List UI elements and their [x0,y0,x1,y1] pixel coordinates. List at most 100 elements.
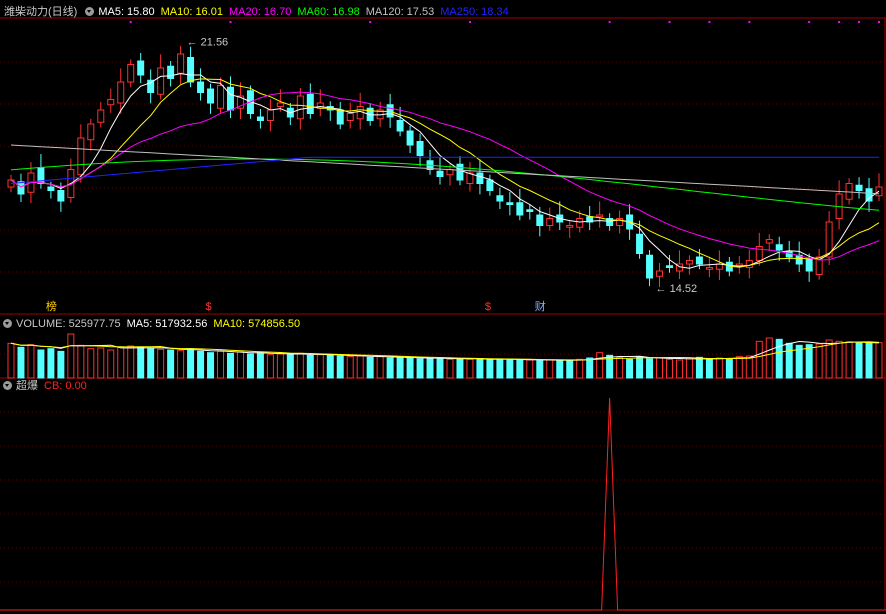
volume-bar [466,358,474,379]
volume-bar [296,352,304,379]
candle-body [57,190,65,202]
high-price-label: ← 21.56 [187,36,229,48]
volume-bar [805,344,813,379]
candle-body [306,93,314,114]
signal-dot [878,21,881,23]
volume-bar [306,354,314,379]
candle-body [516,202,524,216]
candle-body [117,81,125,104]
volume-bar [236,351,244,379]
volume-bar [636,356,644,379]
stock-chart[interactable]: ← 21.56 ← 14.52 榜 $ $ 财 [0,0,886,614]
signal-dot [708,21,711,23]
candle-body [855,184,863,191]
candle-body [137,60,145,76]
candle-body [87,123,95,141]
candle-body [566,225,574,228]
volume-bar [526,359,534,379]
candle-body [456,163,464,181]
candle-body [665,265,673,268]
signal-dot [608,21,611,23]
volume-bar [87,348,95,379]
volume-bar [276,353,284,379]
candle-body [646,254,654,279]
volume-bar [586,357,594,379]
volume-bar [745,355,753,379]
volume-bar [616,356,624,379]
volume-bar [217,350,225,379]
volume-bar [486,359,494,379]
volume-bar [665,358,673,379]
candle-body [167,65,175,79]
volume-bar [316,354,324,379]
volume-bar [386,357,394,379]
candle-body [276,102,284,107]
candle-body [147,79,155,93]
volume-bar [566,360,574,379]
event-marker: 榜 [46,299,57,313]
candle-body [775,244,783,251]
volume-bar [875,342,883,379]
candle-body [296,95,304,120]
volume-bar [346,356,354,379]
ma120-line [10,144,880,195]
candle-body [576,218,584,228]
volume-bar [446,358,454,379]
volume-bar [167,349,175,379]
signal-dot [838,21,841,23]
candle-body [336,109,344,125]
volume-bar [815,343,823,379]
signal-dot [668,21,671,23]
ma10-line [10,78,880,268]
volume-bar [865,342,873,379]
candle-body [536,214,544,226]
volume-bar [376,356,384,379]
volume-bar [546,359,554,379]
candle-body [476,172,484,184]
candle-body [845,183,853,200]
event-marker: $ [485,301,491,313]
volume-bar [157,348,165,379]
volume-bar [835,340,843,379]
candle-body [207,88,215,104]
volume-bar [516,359,524,379]
volume-bar [27,344,35,379]
candle-body [526,209,534,212]
volume-bar [685,358,693,379]
volume-bar [855,342,863,379]
volume-bar [117,346,125,379]
candle-body [446,169,454,176]
candle-body [865,188,873,202]
volume-bar [456,358,464,379]
volume-bar [207,352,215,379]
volume-bar [436,357,444,379]
volume-bar [396,356,404,379]
volume-bar [286,354,294,379]
volume-bar [626,358,634,379]
volume-bar [57,350,65,379]
volume-bar [725,358,733,379]
low-price-label: ← 14.52 [656,283,698,295]
volume-bar [256,352,264,379]
volume-bar [416,358,424,379]
volume-bar [266,354,274,379]
volume-bar [127,345,135,379]
volume-bar [646,358,654,379]
volume-bar [675,359,683,379]
candle-body [705,267,713,270]
volume-bar [496,358,504,379]
candle-body [346,113,354,121]
signal-dot [858,21,861,23]
signal-dot [808,21,811,23]
candle-body [256,116,264,121]
candle-body [107,99,115,106]
volume-bar [406,357,414,379]
candle-body [266,109,274,121]
candle-body [97,109,105,123]
event-marker: $ [206,301,212,313]
volume-bar [735,356,743,379]
candle-body [187,57,195,83]
candle-body [396,120,404,132]
candle-body [486,179,494,191]
signal-dot [468,21,471,23]
